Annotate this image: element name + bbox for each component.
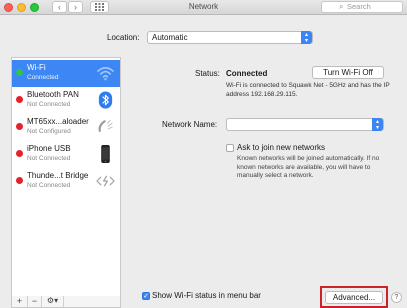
show-wifi-status-label[interactable]: Show Wi-Fi status in menu bar [152,291,261,300]
wifi-icon [97,67,114,81]
checkmark-icon: ✓ [143,293,149,300]
service-name: iPhone USB [27,144,71,153]
remove-service-button[interactable]: − [28,296,42,307]
status-dot [16,177,23,184]
service-name: MT65xx...aloader [27,117,89,126]
ask-join-description: Known networks will be joined automatica… [237,155,380,179]
service-item-iphone-usb[interactable]: iPhone USB Not Connected [12,141,120,168]
location-popup[interactable]: Automatic ▴ ▾ [147,31,313,44]
status-value: Connected [226,69,268,78]
location-label: Location: [107,33,140,42]
thunderbolt-bridge-icon [96,175,115,187]
help-button[interactable]: ? [391,292,402,303]
search-input[interactable]: ⌕ Search [321,1,403,13]
status-dot [16,123,23,130]
service-item-bluetooth-pan[interactable]: Bluetooth PAN Not Connected [12,87,120,114]
network-name-label: Network Name: [162,120,218,129]
title-bar: ‹ › Network ⌕ Search [0,0,407,15]
status-label: Status: [195,69,220,78]
service-status: Not Connected [27,182,71,189]
ask-join-label[interactable]: Ask to join new networks [237,143,325,152]
service-item-mt65xx-preloader[interactable]: MT65xx...aloader Not Configured [12,114,120,141]
service-list-toolbar: + − ⚙▾ [11,296,121,308]
service-item-wifi[interactable]: Wi-Fi Connected [12,60,120,87]
location-value: Automatic [152,33,188,42]
service-status: Not Connected [27,155,71,162]
service-status: Not Configured [27,128,71,135]
status-dot [16,96,23,103]
ask-join-checkbox[interactable] [226,144,234,152]
service-name: Bluetooth PAN [27,90,79,99]
service-name: Wi-Fi [27,63,46,72]
phone-handset-icon [98,119,113,132]
gear-icon: ⚙▾ [46,296,59,305]
service-status: Connected [27,74,59,81]
service-name: Thunde...t Bridge [27,171,89,180]
chevron-updown-icon: ▴ ▾ [301,31,312,44]
search-icon: ⌕ [339,2,344,11]
iphone-icon [101,144,110,164]
service-item-thunderbolt-bridge[interactable]: Thunde...t Bridge Not Connected [12,168,120,195]
chevron-updown-icon: ▴ ▾ [372,118,383,131]
gear-menu-button[interactable]: ⚙▾ [42,296,64,307]
status-dot [16,69,23,76]
advanced-button[interactable]: Advanced... [325,291,383,304]
service-list[interactable]: Wi-Fi Connected Bluetooth PAN Not Connec… [11,57,121,297]
add-service-button[interactable]: + [12,296,28,307]
service-status: Not Connected [27,101,71,108]
advanced-highlight-box: Advanced... [320,286,388,308]
status-dot [16,150,23,157]
show-wifi-status-checkbox[interactable]: ✓ [142,292,150,300]
status-description: Wi-Fi is connected to Squawk Net - 5GHz … [226,82,390,98]
search-placeholder: Search [347,2,371,11]
bluetooth-icon [98,91,113,109]
turn-wifi-off-button[interactable]: Turn Wi-Fi Off [312,66,384,79]
network-name-popup[interactable]: ▴ ▾ [226,118,384,131]
